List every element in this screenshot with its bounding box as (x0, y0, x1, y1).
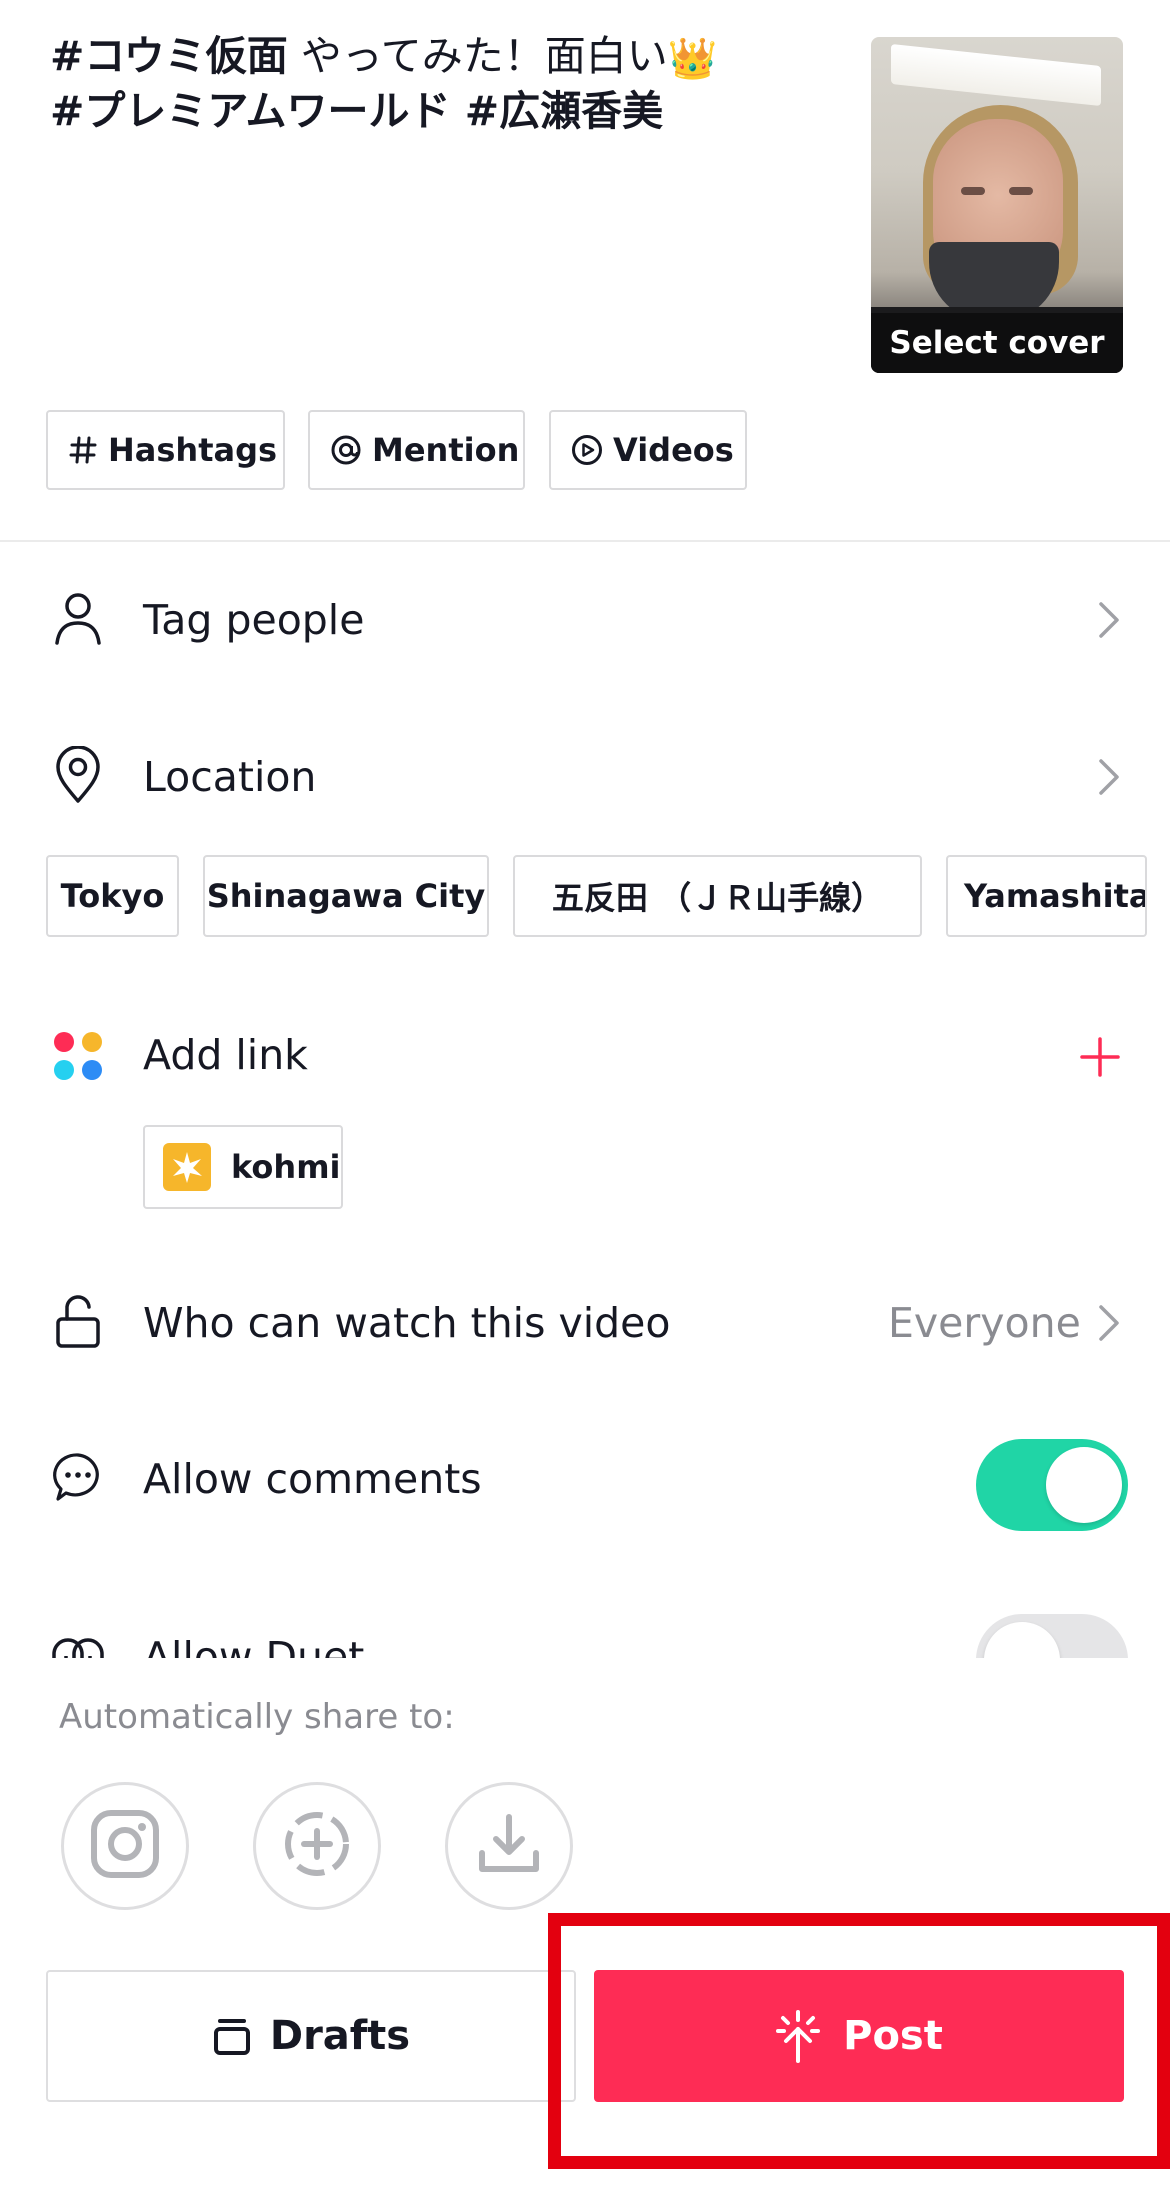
section-divider (0, 540, 1170, 542)
location-chip-yamashita[interactable]: Yamashita (946, 855, 1147, 937)
mention-label: Mention (372, 431, 520, 469)
privacy-value[interactable]: Everyone (888, 1295, 1081, 1351)
caption-body: やってみた！面白い (287, 32, 668, 80)
tag-people-row[interactable]: Tag people (0, 585, 1170, 655)
toggle-knob (1046, 1447, 1122, 1523)
comment-icon (50, 1449, 106, 1505)
caption-text[interactable]: #コウミ仮面 やってみた！面白い👑 #プレミアムワールド #広瀬香美 (50, 30, 820, 137)
location-chip-gotanda[interactable]: 五反田 （ＪＲ山手線） (513, 855, 922, 937)
toggle-knob (984, 1622, 1060, 1658)
drafts-icon (212, 2016, 252, 2056)
allow-duet-label: Allow Duet (143, 1633, 365, 1658)
allow-duet-row: Allow Duet (0, 1612, 1170, 1658)
select-cover-label: Select cover (871, 313, 1123, 373)
instagram-share-button[interactable] (61, 1782, 189, 1910)
caption-hashtag[interactable]: #コウミ仮面 (50, 32, 288, 80)
story-add-icon (280, 1807, 354, 1885)
duet-icon (48, 1632, 108, 1658)
drafts-button[interactable]: Drafts (46, 1970, 576, 2102)
ceiling-lamp (891, 43, 1101, 107)
location-pin-icon (50, 746, 106, 803)
instagram-icon (88, 1807, 162, 1885)
play-circle-icon (571, 434, 603, 466)
at-icon (330, 434, 362, 466)
select-cover-thumbnail[interactable]: Select cover (871, 37, 1123, 373)
person-icon (50, 590, 106, 646)
add-link-row[interactable]: Add link (0, 1020, 1170, 1090)
post-highlight-frame (548, 1913, 1170, 2169)
link-chip-label: kohmi (231, 1148, 341, 1186)
allow-comments-toggle[interactable] (976, 1439, 1128, 1531)
location-label: Location (143, 753, 317, 801)
auto-share-label: Automatically share to: (59, 1697, 455, 1737)
crown-emoji: 👑 (667, 36, 718, 82)
location-chip-shinagawa[interactable]: Shinagawa City (203, 855, 489, 937)
hash-icon (68, 435, 98, 465)
chevron-right-icon (1095, 1301, 1123, 1345)
videos-chip[interactable]: Videos (549, 410, 747, 490)
allow-comments-label: Allow comments (143, 1455, 482, 1503)
allow-duet-toggle[interactable] (976, 1614, 1128, 1658)
story-share-button[interactable] (253, 1782, 381, 1910)
add-link-label: Add link (143, 1031, 308, 1079)
hashtags-label: Hashtags (108, 431, 278, 469)
caption-hashtags-line2[interactable]: #プレミアムワールド #広瀬香美 (50, 87, 663, 135)
link-dots-icon (52, 1030, 104, 1082)
link-chip-kohmi[interactable]: kohmi (143, 1125, 343, 1209)
chevron-right-icon (1095, 598, 1123, 642)
tag-people-label: Tag people (143, 596, 365, 644)
location-row[interactable]: Location (0, 742, 1170, 812)
unlock-icon (50, 1293, 106, 1349)
mention-chip[interactable]: Mention (308, 410, 525, 490)
drafts-label: Drafts (269, 2013, 411, 2059)
download-icon (472, 1807, 546, 1885)
who-can-watch-label: Who can watch this video (143, 1299, 671, 1347)
hashtags-chip[interactable]: Hashtags (46, 410, 285, 490)
cover-eye-left (961, 187, 985, 195)
plus-icon[interactable] (1078, 1035, 1122, 1079)
kohmi-app-icon (163, 1143, 211, 1191)
chevron-right-icon (1095, 755, 1123, 799)
download-share-button[interactable] (445, 1782, 573, 1910)
cover-eye-right (1009, 187, 1033, 195)
videos-label: Videos (613, 431, 734, 469)
location-chip-tokyo[interactable]: Tokyo (46, 855, 179, 937)
